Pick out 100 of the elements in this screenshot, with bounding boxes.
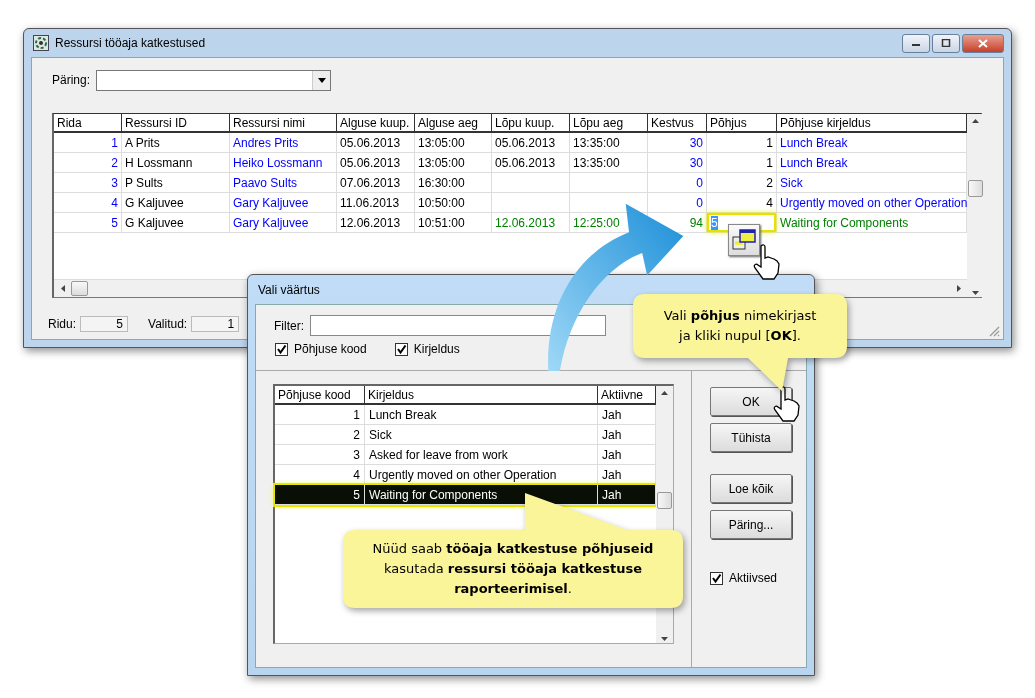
table-cell: 3 <box>54 173 122 192</box>
dialog-title: Vali väärtus <box>258 282 320 297</box>
table-cell: Paavo Sults <box>230 173 337 192</box>
dialog-button[interactable]: Päring... <box>710 510 792 539</box>
callout-text: Nüüd saab tööaja katkestuse põhjuseid kasutada ressursi tööaja katkestuse raporteerimisel. <box>371 540 655 598</box>
close-button[interactable] <box>962 33 1004 53</box>
grid-row[interactable]: 3 P Sults Paavo Sults 07.06.2013 16:30:00 0 2 Sick <box>54 173 967 193</box>
checkbox[interactable]: Aktiivsed <box>710 571 778 585</box>
table-cell: 1 <box>54 133 122 152</box>
popup-button[interactable] <box>728 224 760 256</box>
scrollbar-thumb[interactable] <box>657 492 672 509</box>
table-cell: H Lossmann <box>122 153 230 172</box>
windows-icon <box>732 229 756 251</box>
vertical-scrollbar[interactable] <box>967 114 984 297</box>
checkmark-icon <box>276 343 287 355</box>
query-label: Päring: <box>52 73 91 87</box>
scrollbar-thumb[interactable] <box>968 180 983 197</box>
status-label: Ridu: <box>48 317 76 331</box>
query-dropdown[interactable] <box>96 69 332 91</box>
window-title: Ressursi tööaja katkestused <box>55 36 206 50</box>
filter-field[interactable] <box>310 315 606 336</box>
column-header[interactable]: Aktiivne <box>598 386 656 403</box>
table-cell: Lunch Break <box>365 405 598 424</box>
column-header[interactable]: Kestvus <box>648 114 707 131</box>
status-value: 1 <box>191 316 240 332</box>
column-header[interactable]: Põhjuse kirjeldus <box>777 114 967 131</box>
table-cell: 13:35:00 <box>570 153 648 172</box>
resize-grip-icon[interactable] <box>988 325 1000 337</box>
checkbox[interactable]: Kirjeldus <box>394 342 460 356</box>
maximize-button[interactable] <box>932 33 960 53</box>
scroll-left-icon[interactable] <box>60 285 65 292</box>
table-cell: 30 <box>648 133 707 152</box>
maximize-icon <box>941 39 951 47</box>
table-cell: 11.06.2013 <box>337 193 415 212</box>
grid-row[interactable]: 4 G Kaljuvee Gary Kaljuvee 11.06.2013 10:50:00 0 4 Urgently moved on other Operation <box>54 193 967 213</box>
status-value: 5 <box>80 316 128 332</box>
scroll-down-icon[interactable] <box>661 637 668 641</box>
table-cell: 2 <box>54 153 122 172</box>
table-cell: 4 <box>54 193 122 212</box>
column-header[interactable]: Ressursi ID <box>122 114 230 131</box>
callout-text: Vali põhjus nimekirjast ja kliki nupul [OK]. <box>662 307 818 345</box>
table-cell: Heiko Lossmann <box>230 153 337 172</box>
table-cell: 0 <box>648 193 707 212</box>
column-header[interactable]: Rida <box>54 114 122 131</box>
table-cell: 4 <box>707 193 777 212</box>
scroll-down-icon[interactable] <box>972 291 979 295</box>
grid-row[interactable]: 1 A Prits Andres Prits 05.06.2013 13:05:00 05.06.2013 13:35:00 30 1 Lunch Break <box>54 133 967 153</box>
column-header[interactable]: Ressursi nimi <box>230 114 337 131</box>
table-cell: 05.06.2013 <box>337 153 415 172</box>
list-row[interactable]: 5 Waiting for Components Jah <box>275 485 656 505</box>
list-row[interactable]: 3 Asked for leave from work Jah <box>275 445 656 465</box>
table-cell: Sick <box>365 425 598 444</box>
table-cell: 13:35:00 <box>570 133 648 152</box>
table-cell: 12.06.2013 <box>337 213 415 232</box>
table-cell: 05.06.2013 <box>337 133 415 152</box>
table-cell: G Kaljuvee <box>122 193 230 212</box>
table-cell: Andres Prits <box>230 133 337 152</box>
table-cell: Gary Kaljuvee <box>230 193 337 212</box>
table-cell: 2 <box>275 425 365 444</box>
table-cell: 30 <box>648 153 707 172</box>
table-cell: A Prits <box>122 133 230 152</box>
table-cell: 1 <box>275 405 365 424</box>
scroll-up-icon[interactable] <box>972 119 979 123</box>
hand-cursor-icon <box>772 386 802 422</box>
column-header[interactable]: Lõpu kuup. <box>492 114 570 131</box>
list-row[interactable]: 1 Lunch Break Jah <box>275 405 656 425</box>
column-header[interactable]: Kirjeldus <box>365 386 598 403</box>
checkmark-icon <box>711 572 722 584</box>
column-header[interactable]: Lõpu aeg <box>570 114 648 131</box>
caret-icon <box>317 77 326 83</box>
scroll-right-icon[interactable] <box>956 285 961 292</box>
column-header[interactable]: Alguse kuup. <box>337 114 415 131</box>
table-cell: 5 <box>275 485 365 504</box>
dialog-button[interactable]: Tühista <box>710 423 792 452</box>
table-cell: G Kaljuvee <box>122 213 230 232</box>
table-cell: 1 <box>707 153 777 172</box>
table-cell: 3 <box>275 445 365 464</box>
hand-cursor-icon <box>752 244 782 280</box>
table-cell: 1 <box>707 133 777 152</box>
app-icon <box>33 35 49 51</box>
column-header[interactable]: Põhjus <box>707 114 777 131</box>
table-cell: 5 <box>54 213 122 232</box>
table-cell: 10:50:00 <box>415 193 492 212</box>
table-cell: 07.06.2013 <box>337 173 415 192</box>
table-cell: 0 <box>648 173 707 192</box>
dialog-button[interactable]: Loe kõik <box>710 474 792 503</box>
minimize-button[interactable] <box>902 33 930 53</box>
column-header[interactable]: Põhjuse kood <box>275 386 365 403</box>
column-header[interactable]: Alguse aeg <box>415 114 492 131</box>
status-label: Valitud: <box>148 317 188 331</box>
grid-row[interactable]: 2 H Lossmann Heiko Lossmann 05.06.2013 13:05:00 05.06.2013 13:35:00 30 1 Lunch Break <box>54 153 967 173</box>
table-cell: 16:30:00 <box>415 173 492 192</box>
table-cell: Gary Kaljuvee <box>230 213 337 232</box>
filter-label: Filter: <box>274 318 304 333</box>
checkmark-icon <box>395 343 407 355</box>
scrollbar-thumb[interactable] <box>71 281 88 296</box>
list-row[interactable]: 2 Sick Jah <box>275 425 656 445</box>
table-cell: P Sults <box>122 173 230 192</box>
table-cell: 10:51:00 <box>415 213 492 232</box>
checkbox[interactable]: Põhjuse kood <box>275 342 367 356</box>
